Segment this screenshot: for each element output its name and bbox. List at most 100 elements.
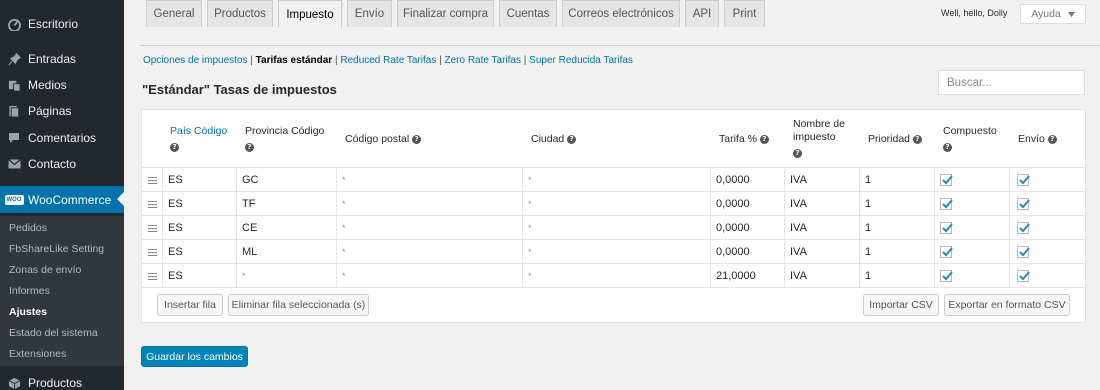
help-icon[interactable]: ? [912, 134, 922, 144]
help-icon[interactable]: ? [567, 134, 577, 144]
cell-country[interactable]: ES [162, 192, 236, 216]
subsection-zero-rate[interactable]: Zero Rate Tarifas [444, 55, 521, 66]
menu-item-entradas[interactable]: Entradas [0, 46, 124, 72]
help-icon[interactable]: ? [245, 142, 254, 152]
cell-rate[interactable]: 0,0000 [710, 192, 784, 216]
drag-handle-icon[interactable] [148, 249, 157, 256]
shipping-checkbox[interactable] [1017, 174, 1030, 186]
cell-city[interactable]: * [522, 192, 710, 216]
submenu-extensiones[interactable]: Extensiones [9, 348, 66, 360]
compound-checkbox[interactable] [940, 222, 953, 234]
cell-name[interactable]: IVA [784, 240, 859, 264]
shipping-checkbox[interactable] [1017, 198, 1030, 210]
cell-priority[interactable]: 1 [859, 168, 934, 192]
submenu-ajustes[interactable]: Ajustes [9, 306, 47, 318]
drag-handle-icon[interactable] [148, 201, 157, 208]
cell-city[interactable]: * [522, 168, 710, 192]
drag-handle-icon[interactable] [148, 225, 157, 232]
insert-row-button[interactable]: Insertar fila [157, 294, 223, 316]
cell-postcode[interactable]: * [336, 168, 522, 192]
submenu-fbsharelike[interactable]: FbShareLike Setting [9, 243, 104, 255]
help-icon[interactable]: ? [1047, 134, 1057, 144]
cell-state[interactable]: TF [236, 192, 336, 216]
cell-state[interactable]: * [236, 264, 336, 288]
cell-rate[interactable]: 0,0000 [710, 168, 784, 192]
tab-print[interactable]: Print [724, 0, 765, 27]
help-icon[interactable]: ? [943, 142, 952, 152]
submenu-estado-sistema[interactable]: Estado del sistema [9, 327, 98, 339]
table-row[interactable]: ES ML * * 0,0000 IVA 1 [142, 240, 1085, 264]
cell-city[interactable]: * [522, 240, 710, 264]
compound-checkbox[interactable] [940, 270, 953, 282]
cell-name[interactable]: IVA [784, 264, 859, 288]
help-button[interactable]: Ayuda [1020, 4, 1086, 24]
subsection-super-reducida[interactable]: Super Reducida Tarifas [529, 55, 633, 66]
help-icon[interactable]: ? [170, 142, 179, 152]
cell-country[interactable]: ES [162, 216, 236, 240]
cell-postcode[interactable]: * [336, 264, 522, 288]
submenu-informes[interactable]: Informes [9, 285, 50, 297]
cell-name[interactable]: IVA [784, 168, 859, 192]
subsection-tarifas-estandar[interactable]: Tarifas estándar [256, 55, 333, 66]
table-row[interactable]: ES * * * 21,0000 IVA 1 [142, 264, 1085, 288]
tab-general[interactable]: General [146, 0, 202, 27]
compound-checkbox[interactable] [940, 198, 953, 210]
compound-checkbox[interactable] [940, 174, 953, 186]
shipping-checkbox[interactable] [1017, 246, 1030, 258]
menu-item-contacto[interactable]: Contacto [0, 151, 124, 177]
search-input[interactable] [938, 70, 1085, 95]
cell-rate[interactable]: 21,0000 [710, 264, 784, 288]
compound-checkbox[interactable] [940, 246, 953, 258]
cell-postcode[interactable]: * [336, 216, 522, 240]
submenu-pedidos[interactable]: Pedidos [9, 222, 47, 234]
export-csv-button[interactable]: Exportar en formato CSV [944, 294, 1070, 316]
cell-name[interactable]: IVA [784, 216, 859, 240]
subsection-opciones[interactable]: Opciones de impuestos [143, 55, 248, 66]
menu-item-woocommerce[interactable]: WOO WooCommerce [0, 186, 124, 213]
menu-item-medios[interactable]: Medios [0, 72, 124, 98]
cell-city[interactable]: * [522, 216, 710, 240]
help-icon[interactable]: ? [793, 148, 802, 158]
cell-state[interactable]: GC [236, 168, 336, 192]
cell-rate[interactable]: 0,0000 [710, 216, 784, 240]
cell-priority[interactable]: 1 [859, 216, 934, 240]
header-country[interactable]: País Código ? [170, 125, 227, 154]
cell-name[interactable]: IVA [784, 192, 859, 216]
table-row[interactable]: ES CE * * 0,0000 IVA 1 [142, 216, 1085, 240]
menu-item-escritorio[interactable]: Escritorio [0, 11, 124, 37]
tab-correos-electronicos[interactable]: Correos electrónicos [562, 0, 680, 27]
cell-priority[interactable]: 1 [859, 192, 934, 216]
import-csv-button[interactable]: Importar CSV [863, 294, 939, 316]
cell-state[interactable]: CE [236, 216, 336, 240]
shipping-checkbox[interactable] [1017, 222, 1030, 234]
tab-finalizar-compra[interactable]: Finalizar compra [397, 0, 494, 27]
tab-productos[interactable]: Productos [207, 0, 273, 27]
cell-country[interactable]: ES [162, 168, 236, 192]
save-changes-button[interactable]: Guardar los cambios [141, 346, 248, 367]
menu-item-comentarios[interactable]: Comentarios [0, 125, 124, 151]
cell-city[interactable]: * [522, 264, 710, 288]
tab-envio[interactable]: Envío [347, 0, 392, 27]
drag-handle-icon[interactable] [148, 273, 157, 280]
cell-priority[interactable]: 1 [859, 264, 934, 288]
menu-item-paginas[interactable]: Páginas [0, 98, 124, 124]
tab-cuentas[interactable]: Cuentas [499, 0, 557, 27]
tab-impuesto[interactable]: Impuesto [278, 0, 342, 28]
remove-selected-row-button[interactable]: Eliminar fila seleccionada (s) [228, 294, 369, 316]
cell-country[interactable]: ES [162, 264, 236, 288]
cell-priority[interactable]: 1 [859, 240, 934, 264]
cell-state[interactable]: ML [236, 240, 336, 264]
drag-handle-icon[interactable] [148, 177, 157, 184]
subsection-reduced-rate[interactable]: Reduced Rate Tarifas [340, 55, 436, 66]
tab-api[interactable]: API [685, 0, 719, 27]
table-row[interactable]: ES TF * * 0,0000 IVA 1 [142, 192, 1085, 216]
howdy-text[interactable]: Well, hello, Dolly [941, 8, 1007, 18]
cell-postcode[interactable]: * [336, 192, 522, 216]
help-icon[interactable]: ? [759, 134, 769, 144]
table-row[interactable]: ES GC * * 0,0000 IVA 1 [142, 168, 1085, 192]
help-icon[interactable]: ? [412, 134, 422, 144]
submenu-zonas-envio[interactable]: Zonas de envío [9, 264, 81, 276]
menu-item-productos[interactable]: Productos [0, 370, 124, 390]
cell-rate[interactable]: 0,0000 [710, 240, 784, 264]
cell-postcode[interactable]: * [336, 240, 522, 264]
